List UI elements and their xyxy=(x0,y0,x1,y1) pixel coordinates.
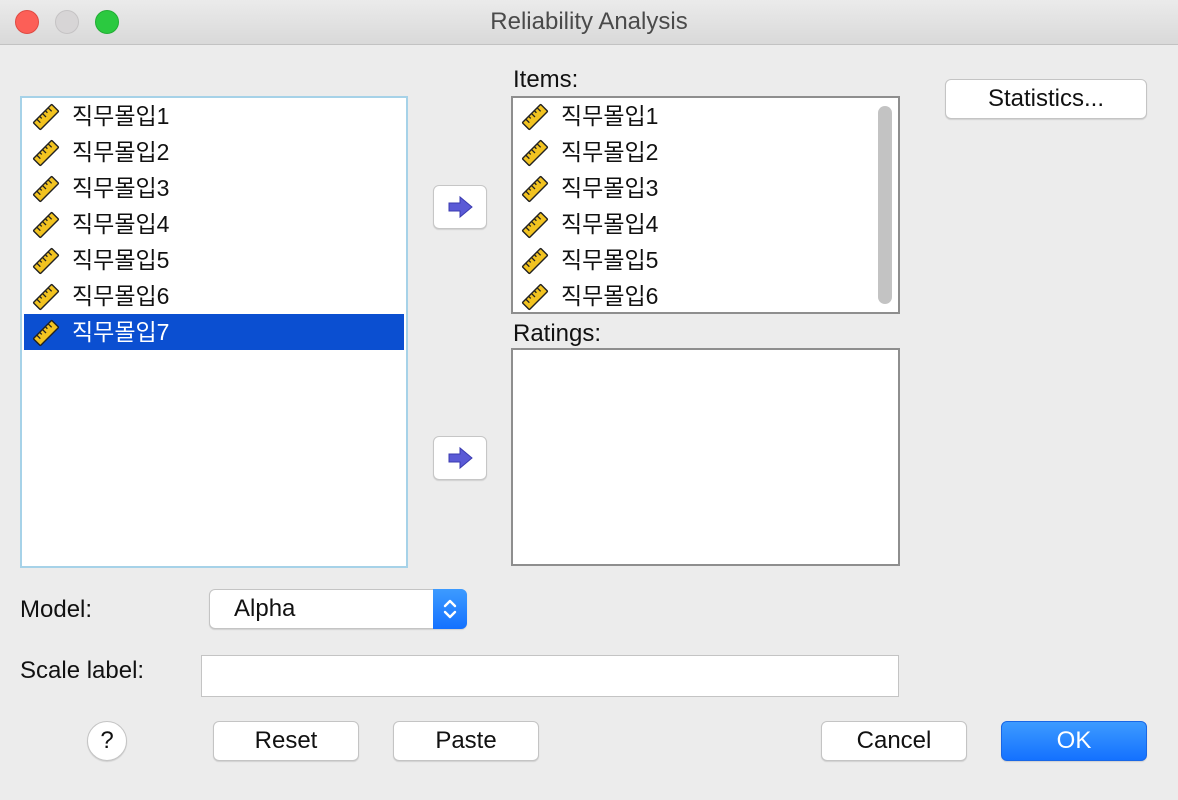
items-scroll-thumb[interactable] xyxy=(878,106,892,304)
scale-ruler-icon xyxy=(521,211,549,239)
variable-label: 직무몰입1 xyxy=(561,103,659,129)
source-variable-item[interactable]: 직무몰입6 xyxy=(24,278,404,314)
items-variable-item[interactable]: 직무몰입6 xyxy=(513,278,898,314)
scale-ruler-icon xyxy=(32,175,60,203)
items-label: Items: xyxy=(513,66,579,93)
items-scrollbar[interactable] xyxy=(874,100,896,310)
scale-label-label: Scale label: xyxy=(20,657,145,684)
help-button[interactable]: ? xyxy=(87,721,127,761)
chevron-up-down-icon xyxy=(443,599,457,619)
cancel-button[interactable]: Cancel xyxy=(821,721,967,761)
move-to-ratings-button[interactable] xyxy=(433,436,487,480)
model-label: Model: xyxy=(20,596,93,623)
variable-label: 직무몰입6 xyxy=(72,283,170,309)
ratings-list[interactable] xyxy=(511,348,900,566)
scale-ruler-icon xyxy=(32,139,60,167)
variable-label: 직무몰입4 xyxy=(72,211,170,237)
items-variable-item[interactable]: 직무몰입3 xyxy=(513,170,898,206)
paste-button[interactable]: Paste xyxy=(393,721,539,761)
right-arrow-icon xyxy=(448,195,473,219)
variable-label: 직무몰입5 xyxy=(561,247,659,273)
variable-label: 직무몰입7 xyxy=(72,319,170,345)
variable-label: 직무몰입3 xyxy=(561,175,659,201)
scale-ruler-icon xyxy=(521,103,549,131)
model-selected-value: Alpha xyxy=(234,595,296,622)
scale-label-input[interactable] xyxy=(201,655,899,697)
variable-label: 직무몰입6 xyxy=(561,283,659,309)
ok-button[interactable]: OK xyxy=(1001,721,1147,761)
scale-ruler-icon xyxy=(32,319,60,347)
scale-ruler-icon xyxy=(32,103,60,131)
scale-ruler-icon xyxy=(521,139,549,167)
source-variable-item[interactable]: 직무몰입4 xyxy=(24,206,404,242)
variable-label: 직무몰입2 xyxy=(72,139,170,165)
variable-label: 직무몰입5 xyxy=(72,247,170,273)
right-arrow-icon xyxy=(448,446,473,470)
variable-label: 직무몰입4 xyxy=(561,211,659,237)
scale-ruler-icon xyxy=(32,211,60,239)
source-variable-item[interactable]: 직무몰입5 xyxy=(24,242,404,278)
window-title: Reliability Analysis xyxy=(490,8,688,35)
source-variable-item[interactable]: 직무몰입3 xyxy=(24,170,404,206)
model-select[interactable]: Alpha xyxy=(209,589,467,629)
scale-ruler-icon xyxy=(32,283,60,311)
scale-ruler-icon xyxy=(32,247,60,275)
variable-label: 직무몰입3 xyxy=(72,175,170,201)
items-variable-item[interactable]: 직무몰입5 xyxy=(513,242,898,278)
variable-label: 직무몰입2 xyxy=(561,139,659,165)
variable-label: 직무몰입1 xyxy=(72,103,170,129)
ratings-label: Ratings: xyxy=(513,320,602,347)
source-variable-item[interactable]: 직무몰입1 xyxy=(24,98,404,134)
scale-ruler-icon xyxy=(521,175,549,203)
model-stepper[interactable] xyxy=(433,589,467,629)
statistics-button[interactable]: Statistics... xyxy=(945,79,1147,119)
title-bar: Reliability Analysis xyxy=(0,0,1178,45)
items-variable-item[interactable]: 직무몰입4 xyxy=(513,206,898,242)
reset-button[interactable]: Reset xyxy=(213,721,359,761)
move-to-items-button[interactable] xyxy=(433,185,487,229)
scale-ruler-icon xyxy=(521,283,549,311)
items-variable-item[interactable]: 직무몰입1 xyxy=(513,98,898,134)
items-variable-item[interactable]: 직무몰입2 xyxy=(513,134,898,170)
source-variable-item[interactable]: 직무몰입7 xyxy=(24,314,404,350)
source-variable-list[interactable]: 직무몰입1 직무몰입2 직무몰입3 직무몰입4 직무몰입5 직무몰입6 직무몰입7 xyxy=(20,96,408,568)
source-variable-item[interactable]: 직무몰입2 xyxy=(24,134,404,170)
scale-ruler-icon xyxy=(521,247,549,275)
items-list[interactable]: 직무몰입1 직무몰입2 직무몰입3 직무몰입4 직무몰입5 직무몰입6 xyxy=(511,96,900,314)
